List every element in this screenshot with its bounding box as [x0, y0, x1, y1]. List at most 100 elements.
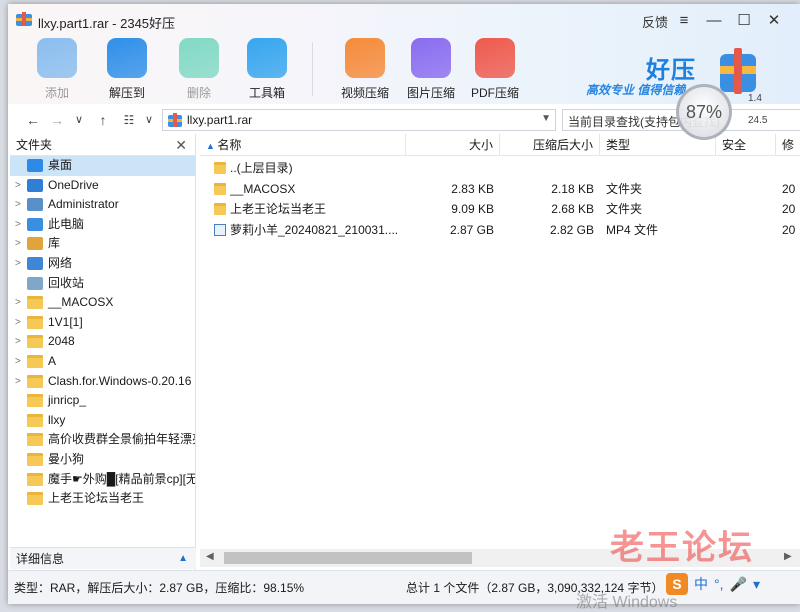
expand-caret-icon[interactable]: > [15, 332, 21, 352]
folder-icon [27, 315, 43, 329]
toolbar-label: 视频压缩 [340, 86, 389, 100]
cell-date: 20 [782, 222, 796, 237]
toolbar-label: 工具箱 [248, 86, 285, 100]
tree-header: 文件夹 ✕ [10, 134, 195, 156]
toolbar-add-archive-button[interactable]: 添加 [26, 38, 88, 101]
upload-speed: 1.4 [748, 93, 762, 104]
address-bar[interactable]: llxy.part1.rar ▼ [162, 109, 556, 131]
ime-toolbar: S 中 °, 🎤 ▾ [666, 572, 796, 596]
tree-node[interactable]: > 网络 [10, 254, 195, 274]
file-row[interactable]: 萝莉小羊_20240821_210031.... 2.87 GB 2.82 GB MP… [200, 220, 800, 241]
tree-node[interactable]: > 库 [10, 234, 195, 254]
menu-button[interactable]: ≡ [674, 10, 694, 30]
tree-node-label: 2048 [48, 334, 75, 349]
tree-node-label: 上老王论坛当老王 [48, 491, 145, 506]
tree-node-label: 1V1[1] [48, 314, 83, 329]
tree-node[interactable]: > OneDrive [10, 176, 195, 196]
folder-icon [214, 182, 226, 195]
tree-node[interactable]: 高价收费群全景偷拍年轻漂亮 [10, 430, 195, 450]
history-dropdown-icon[interactable]: ∨ [70, 111, 88, 129]
file-row[interactable]: ..(上层目录) [200, 158, 800, 179]
minimize-button[interactable]: — [704, 10, 724, 30]
folder-icon [214, 162, 226, 174]
toolbar-video-compress-button[interactable]: 视频压缩 [334, 38, 396, 101]
tree-node[interactable]: jinricp_ [10, 391, 195, 411]
folder-tree: 文件夹 ✕ 桌面 > OneDrive > Administrator > 此电脑 > 库 > 网络… [10, 134, 196, 570]
column-packed[interactable]: 压缩后大小 [500, 134, 600, 156]
forward-icon[interactable]: → [48, 111, 66, 129]
address-dropdown-icon[interactable]: ▼ [541, 113, 551, 124]
tree-node[interactable]: 曼小狗 [10, 450, 195, 470]
microphone-icon[interactable]: 🎤 [730, 576, 747, 593]
expand-caret-icon[interactable]: > [15, 176, 21, 196]
cell-packed: 2.18 KB [551, 181, 594, 196]
ime-punctuation-toggle[interactable]: °, [714, 576, 724, 592]
library-icon [27, 237, 43, 251]
tree-node[interactable]: >1V1[1] [10, 313, 195, 333]
toolbar-extract-to-button[interactable]: 解压到 [96, 38, 158, 101]
expand-caret-icon[interactable]: > [15, 372, 21, 392]
file-row[interactable]: 上老王论坛当老王 9.09 KB 2.68 KB 文件夹 20 [200, 199, 800, 220]
folder-icon [27, 433, 43, 447]
sogou-ime-icon[interactable]: S [666, 573, 688, 595]
folder-icon [27, 492, 43, 506]
column-security[interactable]: 安全 [716, 134, 776, 156]
scroll-left-icon[interactable]: ◀ [206, 551, 214, 562]
toolbar-label: 图片压缩 [406, 86, 455, 100]
expand-caret-icon[interactable]: > [15, 254, 21, 274]
expand-caret-icon[interactable]: > [15, 352, 21, 372]
scroll-right-icon[interactable]: ▶ [784, 551, 792, 562]
tree-node[interactable]: > Administrator [10, 195, 195, 215]
scrollbar-thumb[interactable] [224, 552, 472, 564]
expand-caret-icon[interactable]: > [15, 293, 21, 313]
windows-activation-text: 激活 Windows [576, 594, 678, 611]
folder-icon [27, 452, 43, 466]
close-button[interactable]: ✕ [764, 10, 784, 30]
tree-node[interactable]: > A [10, 352, 195, 372]
toolbar-recycle-delete-button[interactable]: 删除 [168, 38, 230, 101]
toolbar-toolbox-button[interactable]: 工具箱 [236, 38, 298, 101]
expand-caret-icon[interactable]: > [15, 234, 21, 254]
details-panel-header[interactable]: 详细信息 ▲ [10, 547, 196, 569]
expand-caret-icon[interactable]: > [15, 195, 21, 215]
maximize-button[interactable]: ☐ [734, 10, 754, 30]
up-level-icon[interactable]: ↑ [94, 111, 112, 129]
tree-node[interactable]: 回收站 [10, 274, 195, 294]
tree-node[interactable]: 魔手☛外购█[精品前景cp][无 [10, 470, 195, 490]
folder-icon [27, 296, 43, 310]
close-icon[interactable]: ✕ [175, 134, 187, 156]
folder-icon [27, 374, 43, 388]
tree-node[interactable]: 上老王论坛当老王 [10, 489, 195, 509]
tree-node[interactable]: > 此电脑 [10, 215, 195, 235]
tree-node[interactable]: llxy [10, 411, 195, 431]
tree-node-label: OneDrive [48, 177, 99, 192]
tree-node-label: 桌面 [48, 158, 73, 172]
user-icon [27, 198, 43, 212]
expand-caret-icon[interactable]: > [15, 215, 21, 235]
window-title: llxy.part1.rar - 2345好压 [38, 16, 176, 31]
column-name[interactable]: ▲ 名称 [200, 134, 406, 156]
back-icon[interactable]: ← [24, 111, 42, 129]
cell-size: 2.87 GB [449, 222, 494, 237]
view-dropdown-icon[interactable]: ∨ [140, 111, 158, 129]
ime-mode-toggle[interactable]: 中 [694, 574, 708, 594]
toolbar-pdf-compress-button[interactable]: PDF压缩 [464, 38, 526, 101]
tree-node[interactable]: > __MACOSX [10, 293, 195, 313]
tree-node[interactable]: > Clash.for.Windows-0.20.16 [10, 372, 195, 392]
file-row[interactable]: __MACOSX 2.83 KB 2.18 KB 文件夹 20 [200, 179, 800, 200]
tree-nodes: 桌面 > OneDrive > Administrator > 此电脑 > 库 > 网络 回收站 > __… [10, 156, 195, 509]
collapse-icon[interactable]: ▲ [178, 548, 188, 570]
view-mode-icon[interactable]: ☷ [120, 111, 138, 129]
ime-more-icon[interactable]: ▾ [753, 576, 760, 593]
tree-node[interactable]: 桌面 [10, 156, 195, 176]
header-area: llxy.part1.rar - 2345好压 反馈 ≡ — ☐ ✕ 添加 解压到… [8, 4, 800, 104]
tree-node[interactable]: >2048 [10, 332, 195, 352]
desktop-icon [27, 159, 43, 172]
column-size[interactable]: 大小 [406, 134, 500, 156]
toolbar-image-compress-button[interactable]: 图片压缩 [400, 38, 462, 101]
expand-caret-icon[interactable]: > [15, 313, 21, 333]
cell-name: ..(上层目录) [230, 161, 293, 175]
details-label: 详细信息 [16, 552, 65, 566]
feedback-link[interactable]: 反馈 [642, 12, 668, 31]
column-modified[interactable]: 修 [776, 134, 800, 156]
